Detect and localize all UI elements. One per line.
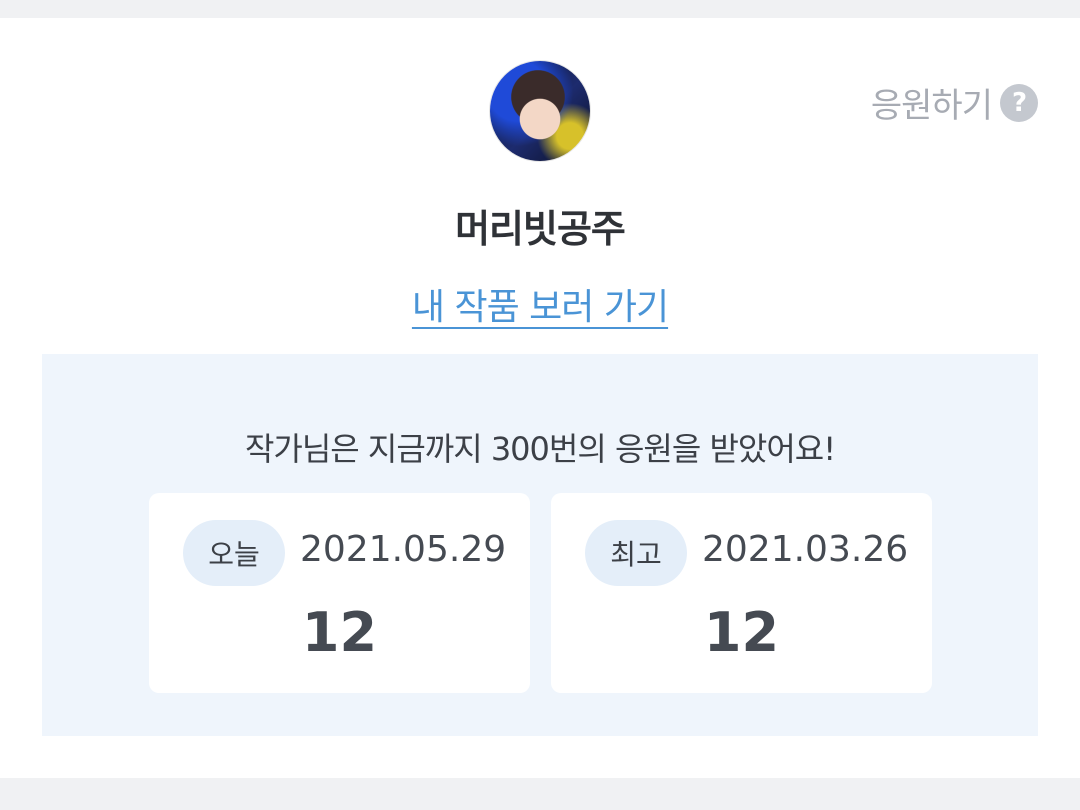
best-date: 2021.03.26 [702,529,909,570]
support-summary: 작가님은 지금까지 300번의 응원을 받았어요! [244,430,836,468]
my-works-link[interactable]: 내 작품 보러 가기 [412,287,669,328]
support-stats-panel: 작가님은 지금까지 300번의 응원을 받았어요! 오늘 2021.05.29 … [42,354,1038,736]
best-count: 12 [703,601,780,664]
best-tag: 최고 [585,520,687,586]
best-stat-card: 최고 2021.03.26 12 [551,493,932,693]
question-circle-icon[interactable]: ? [1000,83,1038,122]
today-date: 2021.05.29 [300,529,507,570]
author-support-card: 응원하기 ? 머리빗공주 내 작품 보러 가기 작가님은 지금까지 300번의 … [0,18,1080,778]
support-button[interactable]: 응원하기 ? [871,78,1038,127]
avatar [490,61,590,161]
today-count: 12 [301,601,378,664]
works-link-container: 내 작품 보러 가기 [0,278,1080,330]
support-label: 응원하기 [870,86,993,126]
author-name: 머리빗공주 [455,207,626,251]
today-tag: 오늘 [183,520,285,586]
today-stat-card: 오늘 2021.05.29 12 [149,493,530,693]
